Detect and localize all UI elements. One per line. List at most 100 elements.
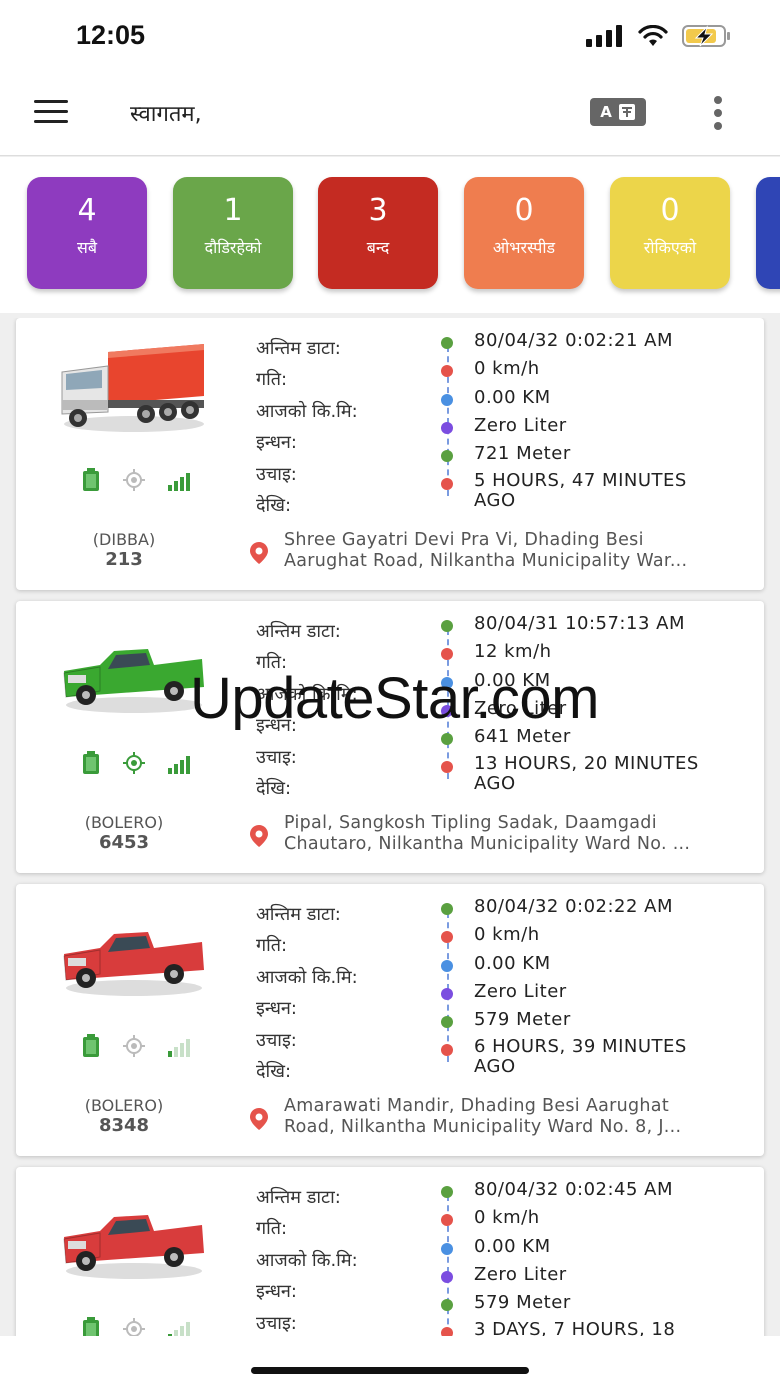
field-label: उचाइ:	[256, 1029, 297, 1051]
field-label: इन्धन:	[256, 998, 297, 1020]
filter-count: 3	[368, 193, 388, 228]
field-label: अन्तिम डाटा:	[256, 904, 341, 925]
signal-strength-icon	[168, 756, 190, 774]
timeline-dot	[441, 733, 453, 746]
field-values: 80/04/32 0:02:45 AM 0 km/h 0.00 KM Zero …	[441, 1179, 754, 1336]
filter-idle-button[interactable]: 0 रोकिएको	[610, 177, 730, 289]
filter-running-button[interactable]: 1 दौडिरहेको	[173, 177, 293, 289]
timeline-dot	[441, 1186, 453, 1198]
timeline-dot	[441, 1242, 453, 1255]
pickup-image	[63, 932, 204, 996]
since-line-2: AGO	[474, 490, 516, 512]
vehicle-card[interactable]: (BOLERO) 6453 अन्तिम डाटा: गति: आजको कि.मि…	[16, 601, 764, 873]
field-label: आजको कि.मि:	[256, 400, 358, 422]
field-label: इन्धन:	[256, 432, 297, 454]
field-label: गति:	[256, 1218, 288, 1240]
field-label: अन्तिम डाटा:	[256, 1187, 341, 1208]
field-value-altitude: 721 Meter	[441, 443, 754, 471]
field-value-altitude: 579 Meter	[441, 1292, 754, 1320]
location-pin-icon	[250, 825, 268, 847]
gps-icon	[123, 469, 145, 491]
field-value-today-km: 0.00 KM	[441, 1236, 754, 1264]
vehicle-list: (DIBBA) 213 अन्तिम डाटा: गति: आजको कि.मि: इ…	[0, 318, 780, 1336]
timeline-dot	[441, 620, 453, 632]
vehicle-name: (BOLERO)	[84, 813, 164, 832]
field-value-today-km: 0.00 KM	[441, 953, 754, 981]
address-line-1: Pipal, Sangkosh Tipling Sadak, Daamgadi	[284, 813, 657, 833]
field-labels: अन्तिम डाटा:गति:आजको कि.मि:इन्धन:उचाइ:दे…	[256, 1185, 358, 1336]
battery-icon	[83, 468, 99, 491]
field-label: आजको कि.मि:	[256, 1249, 358, 1271]
field-value-since: 13 HOURS, 20 MINUTES AGO	[441, 754, 754, 794]
since-line-1: 6 HOURS, 39 MINUTES	[474, 1036, 687, 1058]
field-value-fuel: Zero Liter	[441, 981, 754, 1009]
field-value-speed: 0 km/h	[441, 358, 754, 386]
field-value-last-data: 80/04/32 0:02:45 AM	[441, 1179, 754, 1207]
timeline-dot	[441, 931, 453, 944]
cellular-signal-icon	[586, 25, 622, 47]
address-line-2: Chautaro, Nilkantha Municipality Ward No…	[284, 834, 691, 854]
home-indicator[interactable]	[251, 1367, 529, 1374]
timeline-dot	[441, 478, 453, 491]
filter-count: 0	[514, 193, 534, 228]
field-values: 80/04/32 0:02:22 AM 0 km/h 0.00 KM Zero …	[441, 896, 754, 1077]
filter-more-button[interactable]	[756, 177, 780, 289]
truck-image	[61, 344, 204, 432]
battery-icon	[83, 1317, 99, 1336]
hamburger-menu-icon[interactable]	[34, 100, 68, 124]
timeline-dot	[441, 1270, 453, 1283]
filter-count: 0	[660, 193, 680, 228]
timeline-dot	[441, 903, 453, 915]
battery-icon	[83, 1034, 99, 1057]
field-value-fuel: Zero Liter	[441, 1264, 754, 1292]
more-options-icon[interactable]	[712, 96, 724, 130]
filter-label: दौडिरहेको	[204, 238, 262, 257]
welcome-title: स्वागतम,	[130, 102, 202, 127]
vehicle-name: (DIBBA)	[92, 530, 156, 549]
vehicle-card[interactable]: अन्तिम डाटा:गति:आजको कि.मि:इन्धन:उचाइ:दे…	[16, 1167, 764, 1336]
signal-strength-icon	[168, 473, 190, 491]
timeline-dot	[441, 1214, 453, 1227]
filter-label: ओभरस्पीड	[492, 238, 556, 257]
status-filter-bar: 4 सबै 1 दौडिरहेको 3 बन्द 0 ओभरस्पीड 0 रो…	[0, 157, 780, 313]
field-value-speed: 0 km/h	[441, 1207, 754, 1235]
filter-label: सबै	[77, 238, 97, 257]
watermark-text: UpdateStar.com	[190, 666, 599, 731]
since-line-2: AGO	[474, 1056, 516, 1078]
field-label: गति:	[256, 369, 288, 391]
field-label: उचाइ:	[256, 746, 297, 768]
field-labels: अन्तिम डाटा:गति:आजको कि.मि:इन्धन:उचाइ:दे…	[256, 902, 358, 1090]
filter-overspeed-button[interactable]: 0 ओभरस्पीड	[464, 177, 584, 289]
timeline-dot	[441, 761, 453, 774]
filter-stopped-button[interactable]: 3 बन्द	[318, 177, 438, 289]
since-line-1: 3 DAYS, 7 HOURS, 18	[474, 1319, 676, 1336]
status-time: 12:05	[76, 20, 146, 50]
vehicle-address: Amarawati Mandir, Dhading Besi Aarughat …	[284, 1096, 744, 1138]
vehicle-address: Pipal, Sangkosh Tipling Sadak, Daamgadi …	[284, 813, 744, 855]
address-line-2: Road, Nilkantha Municipality Ward No. 8,…	[284, 1117, 682, 1137]
vehicle-card[interactable]: (BOLERO) 8348 अन्तिम डाटा: गति: आजको कि.मि…	[16, 884, 764, 1156]
translate-icon[interactable]: A	[590, 98, 646, 126]
gps-icon	[123, 1035, 145, 1057]
filter-count: 4	[77, 193, 97, 228]
field-value-last-data: 80/04/32 0:02:21 AM	[441, 330, 754, 358]
translate-glyph-icon	[618, 104, 635, 120]
field-label: गति:	[256, 935, 288, 957]
field-value-altitude: 579 Meter	[441, 1009, 754, 1037]
timeline-dot	[441, 987, 453, 1000]
status-bar: 12:05	[0, 0, 780, 72]
filter-label: रोकिएको	[643, 238, 697, 257]
timeline-dot	[441, 1299, 453, 1312]
filter-all-button[interactable]: 4 सबै	[27, 177, 147, 289]
field-value-since: 6 HOURS, 39 MINUTES AGO	[441, 1036, 754, 1077]
vehicle-card[interactable]: (DIBBA) 213 अन्तिम डाटा: गति: आजको कि.मि: इ…	[16, 318, 764, 590]
vehicle-number: 6453	[98, 832, 150, 853]
timeline-dot	[441, 1327, 453, 1336]
vehicle-address: Shree Gayatri Devi Pra Vi, Dhading Besi …	[284, 530, 744, 572]
field-value-since: 5 HOURS, 47 MINUTES AGO	[441, 471, 754, 511]
address-line-2: Aarughat Road, Nilkantha Municipality Wa…	[284, 551, 688, 571]
location-pin-icon	[250, 1108, 268, 1130]
filter-count: 1	[223, 193, 243, 228]
field-label: देखि:	[256, 777, 292, 799]
pickup-image	[63, 1215, 204, 1279]
